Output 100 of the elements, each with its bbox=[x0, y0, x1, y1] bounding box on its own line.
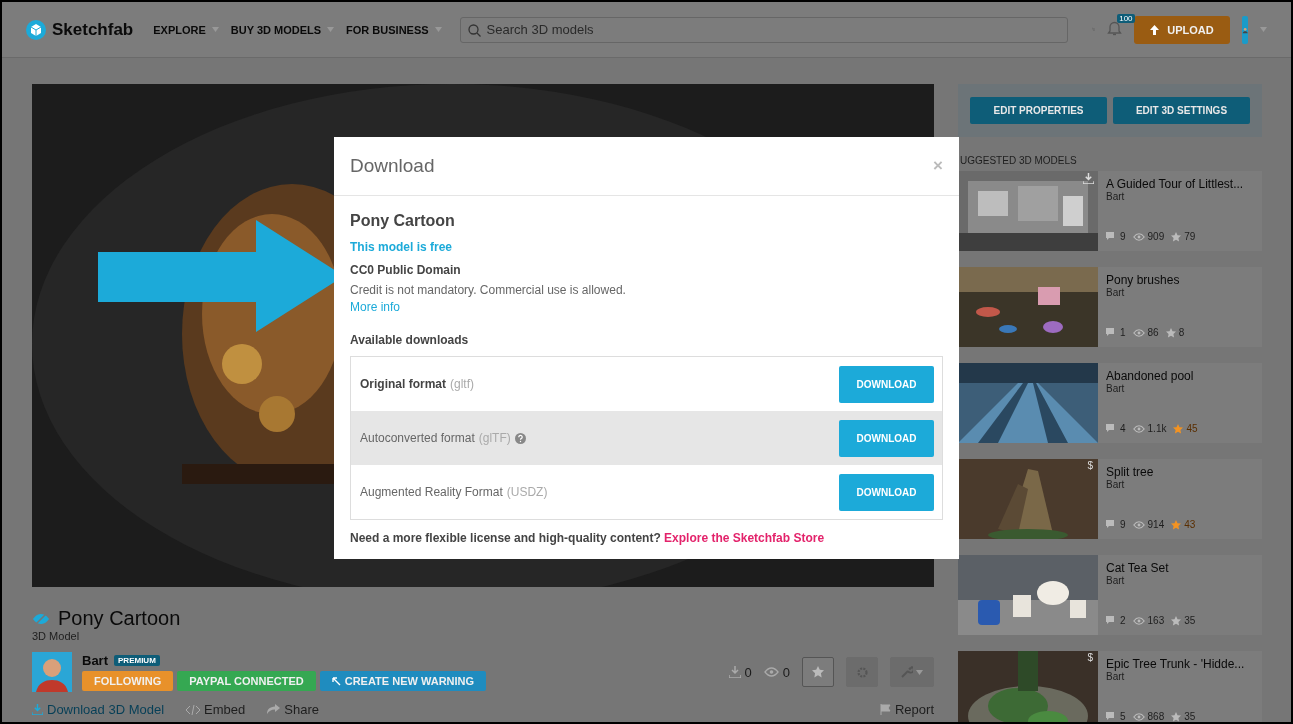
card-title[interactable]: A Guided Tour of Littlest... bbox=[1106, 177, 1244, 191]
model-name: Pony Cartoon bbox=[350, 212, 456, 230]
comment-count: 2 bbox=[1120, 615, 1126, 626]
like-button[interactable] bbox=[802, 657, 834, 687]
share-link[interactable]: Share bbox=[284, 702, 319, 717]
model-card[interactable]: A Guided Tour of Littlest... Bart 9 909 79 bbox=[958, 171, 1262, 251]
bell-icon[interactable] bbox=[1107, 19, 1123, 36]
card-title[interactable]: Split tree bbox=[1106, 465, 1196, 479]
embed-link[interactable]: Embed bbox=[204, 702, 246, 717]
view-count: 868 bbox=[1147, 711, 1165, 722]
caret-icon bbox=[434, 27, 442, 32]
like-count: 43 bbox=[1184, 519, 1196, 530]
section-title: UGGESTED 3D MODELS bbox=[960, 155, 1078, 167]
model-card[interactable]: Abandoned pool Bart 4 1.1k 45 bbox=[958, 363, 1262, 443]
card-title[interactable]: Abandoned pool bbox=[1106, 369, 1198, 383]
flag-icon bbox=[879, 704, 891, 715]
model-type: 3D Model bbox=[32, 630, 81, 642]
footer-text: Need a more flexible license and high-quality content? Explore the Sketchfab Store bbox=[350, 531, 826, 545]
comment-count: 4 bbox=[1120, 423, 1126, 434]
upload-icon bbox=[1150, 24, 1160, 35]
eye-icon bbox=[1132, 712, 1145, 721]
logo-icon bbox=[26, 19, 46, 40]
card-title[interactable]: Epic Tree Trunk - 'Hidde... bbox=[1106, 657, 1245, 671]
price-note: This model is free bbox=[350, 240, 454, 254]
view-count: 86 bbox=[1147, 327, 1159, 338]
card-author[interactable]: Bart bbox=[1106, 383, 1198, 394]
eye-icon bbox=[1132, 328, 1145, 337]
caret-icon bbox=[327, 27, 335, 32]
card-title[interactable]: Cat Tea Set bbox=[1106, 561, 1196, 575]
tag-button[interactable]: PAYPAL CONNECTED bbox=[177, 671, 316, 691]
download-icon bbox=[32, 704, 43, 715]
caret-icon bbox=[211, 27, 219, 32]
download-button[interactable]: DOWNLOAD bbox=[839, 365, 934, 403]
settings-button[interactable] bbox=[846, 657, 878, 687]
eye-icon bbox=[1132, 232, 1145, 241]
store-link[interactable]: Explore the Sketchfab Store bbox=[664, 531, 825, 545]
card-author[interactable]: Bart bbox=[1106, 479, 1196, 490]
like-count: 45 bbox=[1186, 423, 1198, 434]
model-title: Pony Cartoon bbox=[58, 607, 181, 630]
download-count: 0 bbox=[744, 664, 752, 680]
comment-count: 5 bbox=[1120, 711, 1126, 722]
card-author[interactable]: Bart bbox=[1106, 287, 1185, 298]
comment-icon bbox=[1106, 616, 1117, 625]
view-count: 914 bbox=[1147, 519, 1165, 530]
view-count: 0 bbox=[782, 664, 790, 680]
license-name: CC0 Public Domain bbox=[350, 263, 462, 277]
comment-icon bbox=[1106, 328, 1117, 337]
edit-button[interactable]: EDIT 3D SETTINGS bbox=[1113, 97, 1250, 124]
like-count: 79 bbox=[1184, 231, 1196, 242]
like-count: 35 bbox=[1184, 711, 1196, 722]
view-count: 1.1k bbox=[1147, 423, 1167, 434]
card-title[interactable]: Pony brushes bbox=[1106, 273, 1185, 287]
format-name: Original format (gltf) bbox=[360, 377, 474, 391]
more-info-link[interactable]: More info bbox=[350, 300, 401, 314]
caret-icon bbox=[1260, 27, 1267, 32]
comment-icon bbox=[1106, 712, 1117, 721]
comment-count: 9 bbox=[1120, 519, 1126, 530]
view-count: 163 bbox=[1147, 615, 1165, 626]
model-card[interactable]: Cat Tea Set Bart 2 163 35 bbox=[958, 555, 1262, 635]
eye-icon bbox=[1132, 616, 1145, 625]
nav-item[interactable]: BUY 3D MODELS bbox=[230, 23, 322, 36]
model-card[interactable]: $ Split tree Bart 9 914 43 bbox=[958, 459, 1262, 539]
like-count: 35 bbox=[1184, 615, 1196, 626]
notification-badge: 100 bbox=[1117, 13, 1135, 23]
upload-button[interactable]: UPLOAD bbox=[1134, 15, 1230, 44]
model-card[interactable]: Pony brushes Bart 1 86 8 bbox=[958, 267, 1262, 347]
caret-icon bbox=[916, 669, 923, 675]
eye-icon bbox=[763, 667, 779, 677]
model-card[interactable]: $ Epic Tree Trunk - 'Hidde... Bart 5 868 35 bbox=[958, 651, 1262, 722]
eye-icon bbox=[1132, 424, 1145, 433]
download-button[interactable]: DOWNLOAD bbox=[839, 419, 934, 457]
tools-button[interactable] bbox=[890, 657, 934, 687]
card-author[interactable]: Bart bbox=[1106, 671, 1245, 682]
card-author[interactable]: Bart bbox=[1106, 191, 1244, 202]
author-name[interactable]: Bart bbox=[82, 653, 108, 668]
search-field[interactable]: Search 3D models bbox=[459, 16, 1068, 43]
format-name: Augmented Reality Format (USDZ) bbox=[360, 485, 548, 499]
comment-count: 9 bbox=[1120, 231, 1126, 242]
tag-button[interactable]: CREATE NEW WARNING bbox=[319, 671, 487, 691]
license-text: Credit is not mandatory. Commercial use is allowed. bbox=[350, 283, 627, 297]
comment-icon bbox=[1106, 520, 1117, 529]
nav-item[interactable]: EXPLORE bbox=[153, 23, 206, 36]
download-button[interactable]: DOWNLOAD bbox=[839, 473, 934, 511]
logo[interactable]: Sketchfab bbox=[52, 19, 134, 40]
price-mark: $ bbox=[1087, 652, 1093, 663]
report-link[interactable]: Report bbox=[894, 702, 934, 717]
nav-item[interactable]: FOR BUSINESS bbox=[346, 23, 429, 36]
share-icon bbox=[267, 704, 281, 715]
download-link[interactable]: Download 3D Model bbox=[47, 702, 165, 717]
edit-button[interactable]: EDIT PROPERTIES bbox=[970, 97, 1107, 124]
arrow-icon bbox=[331, 676, 341, 686]
like-count: 8 bbox=[1178, 327, 1185, 338]
star-icon bbox=[812, 666, 824, 678]
card-author[interactable]: Bart bbox=[1106, 575, 1196, 586]
format-name: Autoconverted format (glTF) bbox=[360, 431, 511, 445]
download-icon bbox=[728, 666, 741, 678]
eye-icon bbox=[1132, 520, 1145, 529]
dialog-title: Download bbox=[350, 155, 435, 177]
premium-badge: PREMIUM bbox=[114, 655, 160, 666]
comment-icon bbox=[1106, 232, 1117, 241]
